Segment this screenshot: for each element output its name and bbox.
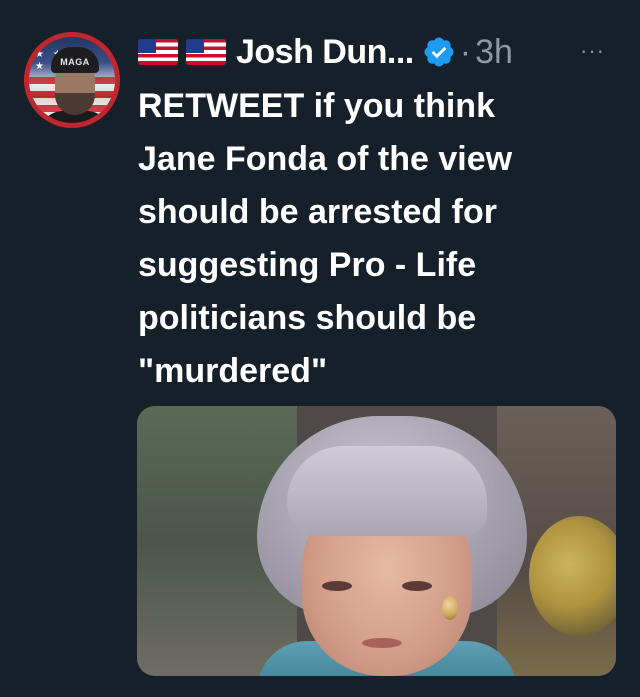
tweet-media-image[interactable] — [137, 406, 616, 676]
tweet-card[interactable]: ★ ★ ★ ★ MAGA Josh Dun... · 3h ··· RETWEE… — [0, 0, 640, 697]
media-eye — [322, 581, 352, 591]
tweet-text-line: Jane Fonda of the view — [138, 140, 513, 178]
us-flag-icon — [186, 39, 226, 65]
avatar-beanie: MAGA — [51, 47, 99, 73]
tweet-text-line: "murdered" — [138, 352, 328, 390]
tweet-text-line: suggesting Pro - Life — [138, 246, 477, 284]
media-earring — [442, 596, 458, 620]
more-options-icon[interactable]: ··· — [580, 40, 616, 62]
us-flag-icon — [138, 39, 178, 65]
tweet-header: Josh Dun... · 3h — [138, 28, 513, 76]
avatar[interactable]: ★ ★ ★ ★ MAGA — [24, 32, 120, 128]
media-lips — [362, 638, 402, 648]
media-eye — [402, 581, 432, 591]
media-fringe — [287, 446, 487, 536]
author-display-name[interactable]: Josh Dun... — [236, 33, 414, 72]
header-separator: · — [459, 32, 472, 71]
tweet-text: RETWEET if you think Jane Fonda of the v… — [138, 80, 608, 398]
tweet-timestamp[interactable]: 3h — [475, 33, 513, 72]
tweet-text-line: RETWEET if you think — [138, 87, 495, 125]
tweet-text-line: politicians should be — [138, 299, 477, 337]
avatar-photo: ★ ★ ★ ★ MAGA — [29, 37, 115, 123]
verified-badge-icon[interactable] — [422, 35, 456, 69]
tweet-text-line: should be arrested for — [138, 193, 497, 231]
